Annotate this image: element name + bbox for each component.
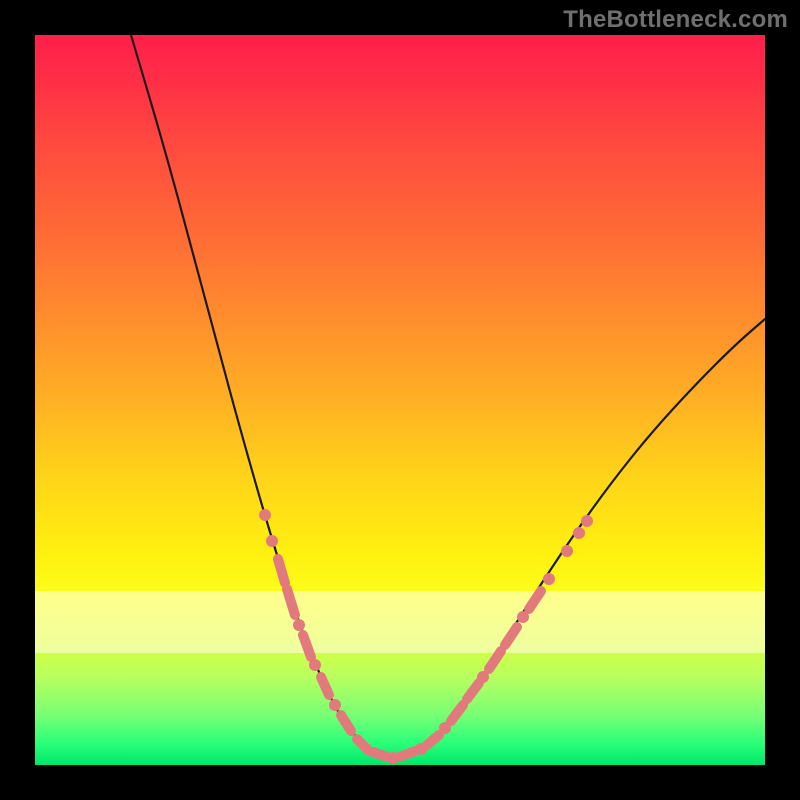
curve-marker-dash xyxy=(373,752,387,757)
curve-marker-dot xyxy=(293,619,305,631)
curve-marker-dot xyxy=(259,509,271,521)
curve-marker-dash xyxy=(287,589,295,615)
curve-marker-dash xyxy=(451,705,463,721)
curve-marker-dash xyxy=(278,559,285,583)
curve-marker-dash xyxy=(303,635,311,657)
watermark-text: TheBottleneck.com xyxy=(563,6,788,34)
curve-marker-dash xyxy=(505,627,517,645)
curve-marker-dash xyxy=(489,651,501,669)
curve-marker-dash xyxy=(529,591,541,609)
curve-marker-dot xyxy=(543,573,555,585)
chart-stage: TheBottleneck.com xyxy=(0,0,800,800)
curve-layer xyxy=(35,35,765,765)
curve-markers xyxy=(259,509,593,764)
curve-marker-dot xyxy=(266,535,278,547)
curve-marker-dot xyxy=(561,545,573,557)
curve-marker-dot xyxy=(309,659,321,671)
plot-area xyxy=(35,35,765,765)
curve-marker-dash xyxy=(341,715,351,731)
curve-marker-dot xyxy=(581,515,593,527)
curve-marker-dash xyxy=(467,683,479,699)
curve-marker-dot xyxy=(573,527,585,539)
bottleneck-curve xyxy=(131,35,765,757)
curve-marker-dash xyxy=(399,751,415,757)
curve-marker-dot xyxy=(329,699,341,711)
curve-marker-dash xyxy=(321,677,329,695)
curve-marker-dash xyxy=(357,739,369,751)
curve-marker-dash xyxy=(427,735,439,745)
